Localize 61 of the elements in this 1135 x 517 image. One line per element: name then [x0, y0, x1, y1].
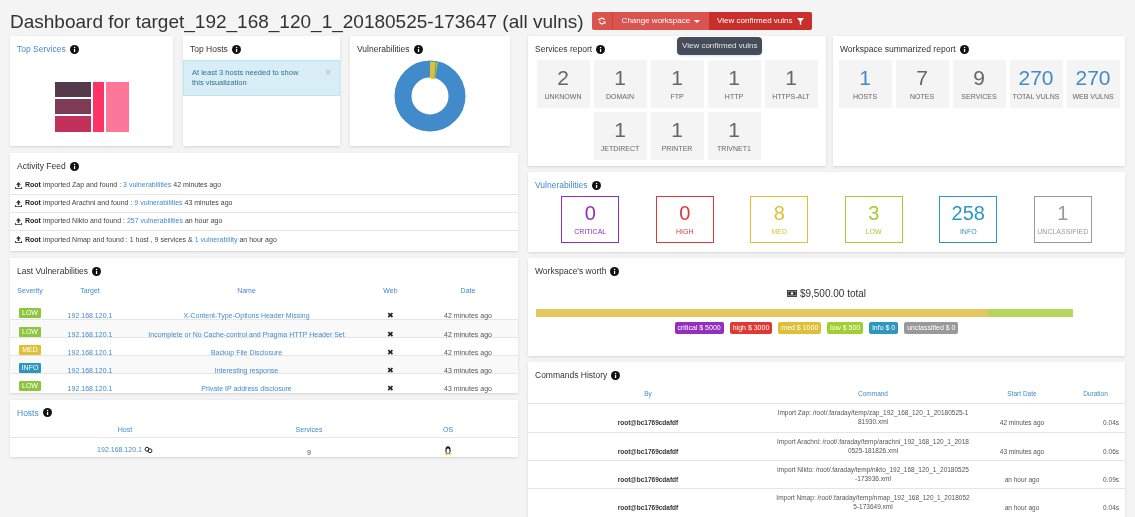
web-cross: ✖ — [387, 310, 394, 320]
panel-title: Workspace summarized report — [840, 43, 956, 56]
filter-button[interactable]: View confirmed vulns — [709, 12, 812, 30]
web-cross: ✖ — [387, 365, 394, 375]
panel-title: Vulnerabilities — [357, 43, 410, 56]
stat-count: 1 — [614, 65, 626, 90]
stat-count: 1 — [728, 65, 740, 90]
stat-count: 1 — [728, 117, 740, 142]
stat-count: 1 — [671, 65, 683, 90]
panel-title: Last Vulnerabilities — [17, 264, 89, 278]
severity-count: 8 — [773, 201, 785, 224]
web-cross: ✖ — [387, 329, 394, 339]
link-icon — [143, 446, 153, 455]
severity-count: 0 — [584, 201, 596, 224]
panel-title: Workspace's worth — [535, 265, 607, 278]
severity-count: 3 — [868, 201, 880, 224]
stat-count: 1 — [614, 117, 626, 142]
panel-title: Hosts — [17, 406, 39, 420]
severity-count: 1 — [1057, 201, 1069, 224]
info-icon[interactable] — [959, 44, 969, 54]
stat-count: 2 — [557, 65, 569, 90]
panel-title: Activity Feed — [17, 160, 66, 173]
panel-title: Vulnerabilities — [535, 179, 588, 192]
worth-total: $9,500.00 total — [799, 286, 867, 301]
info-icon[interactable] — [591, 180, 601, 190]
stat-count: 1 — [785, 65, 797, 90]
info-icon[interactable] — [69, 161, 79, 171]
web-cross: ✖ — [387, 383, 394, 393]
info-icon[interactable] — [596, 44, 606, 54]
info-icon[interactable] — [611, 370, 621, 380]
panel-title: Top Services — [17, 43, 66, 56]
change-workspace-button[interactable]: Change workspace — [612, 12, 710, 30]
info-icon[interactable] — [69, 44, 79, 54]
money-icon — [786, 289, 797, 297]
upload-icon — [15, 217, 22, 225]
refresh-icon — [597, 17, 606, 25]
stat-count: 1 — [859, 65, 871, 90]
severity-count: 258 — [951, 201, 985, 224]
stat-count: 1 — [671, 117, 683, 142]
panel-title: Commands History — [535, 369, 608, 382]
stat-count: 270 — [1075, 65, 1111, 90]
severity-count: 0 — [679, 201, 691, 224]
upload-icon — [15, 236, 22, 244]
info-icon[interactable] — [92, 266, 102, 276]
info-icon[interactable] — [42, 408, 52, 418]
stat-count: 9 — [973, 65, 985, 90]
filter-icon — [796, 17, 804, 25]
stat-count: 270 — [1018, 65, 1054, 90]
info-icon[interactable] — [610, 266, 620, 276]
panel-title: Services report — [535, 43, 593, 56]
web-cross: ✖ — [387, 347, 394, 357]
refresh-button[interactable] — [591, 12, 613, 30]
tooltip: View confirmed vulns — [677, 37, 763, 55]
info-icon[interactable] — [413, 44, 423, 54]
panel-title: Top Hosts — [190, 43, 228, 56]
caret-icon — [694, 19, 701, 23]
page-title: Dashboard for target_192_168_120_1_20180525-173647 (all vulns) — [10, 11, 584, 31]
stat-count: 7 — [916, 65, 928, 90]
upload-icon — [15, 181, 22, 189]
upload-icon — [15, 199, 22, 207]
info-icon[interactable] — [231, 44, 241, 54]
